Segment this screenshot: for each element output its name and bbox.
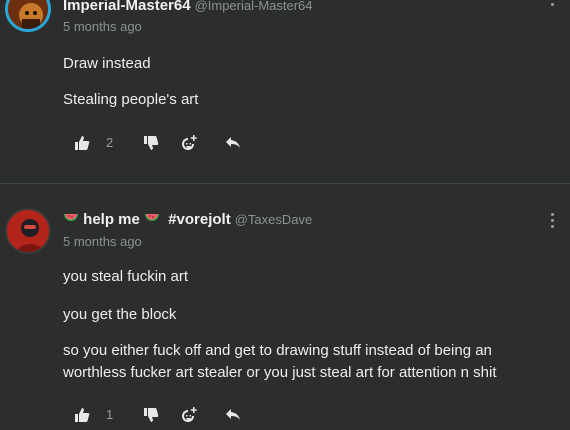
comment-text-line: you steal fuckin art xyxy=(63,268,189,285)
dislike-icon[interactable] xyxy=(141,133,161,153)
dislike-icon[interactable] xyxy=(141,405,161,425)
comment-actions: 1 xyxy=(72,405,272,425)
more-options-icon[interactable] xyxy=(548,212,558,230)
author-name-text[interactable]: help me xyxy=(83,211,140,228)
comment-divider xyxy=(0,183,570,184)
comment-text-line: so you either fuck off and get to drawin… xyxy=(63,342,492,359)
avatar[interactable] xyxy=(5,208,51,254)
author-name-text[interactable]: Imperial-Master64 xyxy=(63,0,191,14)
like-count: 1 xyxy=(106,407,114,422)
author-name-tag[interactable]: #vorejolt xyxy=(168,211,231,228)
sticker-icon[interactable] xyxy=(179,133,199,153)
timestamp[interactable]: 5 months ago xyxy=(63,234,142,249)
comment-text-line: Stealing people's art xyxy=(63,91,199,108)
avatar[interactable] xyxy=(5,0,51,32)
author-handle[interactable]: @Imperial-Master64 xyxy=(195,0,313,13)
comment-text-line: Draw instead xyxy=(63,55,151,72)
author-handle[interactable]: @TaxesDave xyxy=(235,212,313,227)
watermelon-icon xyxy=(63,212,79,224)
more-options-icon[interactable] xyxy=(548,0,558,14)
timestamp[interactable]: 5 months ago xyxy=(63,19,142,34)
watermelon-icon xyxy=(144,212,160,224)
comment-actions: 2 xyxy=(72,133,272,153)
like-count: 2 xyxy=(106,135,114,150)
author-name[interactable]: Imperial-Master64 @Imperial-Master64 xyxy=(63,0,313,14)
comment-text-line: you get the block xyxy=(63,306,177,323)
author-name[interactable]: help me #vorejolt @TaxesDave xyxy=(63,211,312,228)
sticker-icon[interactable] xyxy=(179,405,199,425)
like-icon[interactable] xyxy=(72,133,92,153)
reply-icon[interactable] xyxy=(223,405,243,425)
comment-text-line: worthless fucker art stealer or you just… xyxy=(63,364,497,381)
reply-icon[interactable] xyxy=(223,133,243,153)
like-icon[interactable] xyxy=(72,405,92,425)
